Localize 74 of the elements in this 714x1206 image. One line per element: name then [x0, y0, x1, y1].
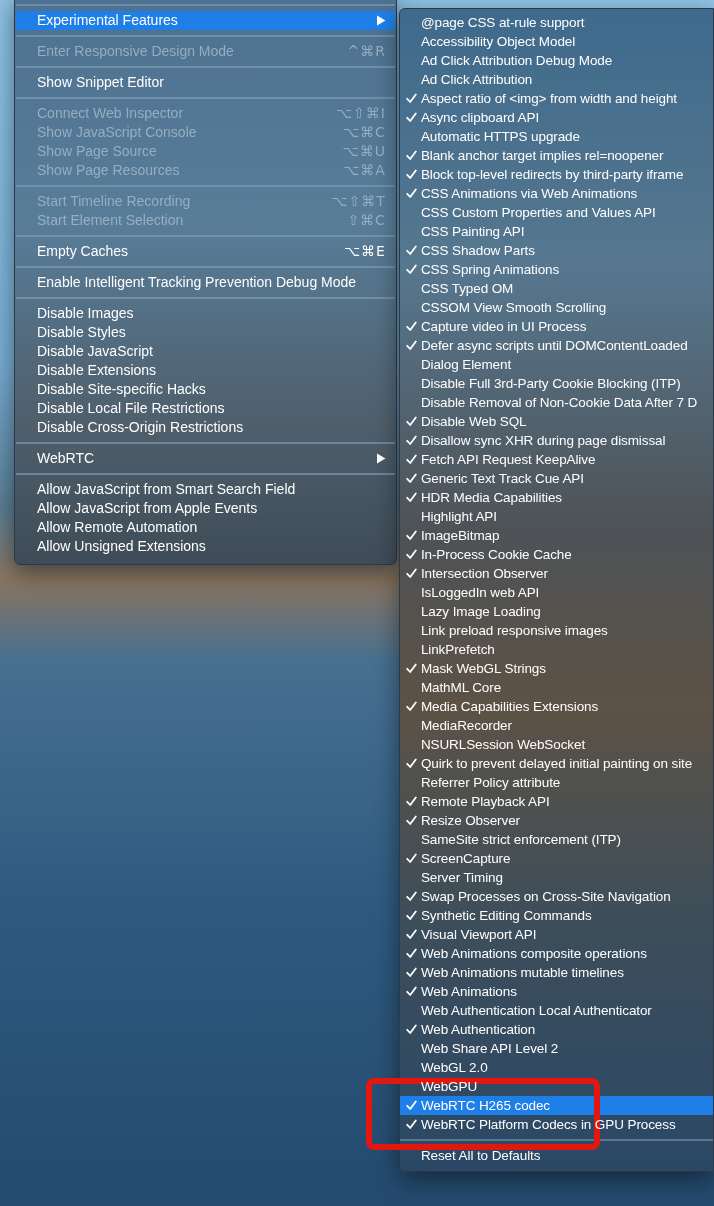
menu-item[interactable]: Disable Local File Restrictions — [16, 399, 395, 418]
menu-item[interactable]: Allow JavaScript from Apple Events — [16, 499, 395, 518]
feature-menu-item[interactable]: @page CSS at-rule support — [399, 13, 713, 32]
feature-menu-item[interactable]: Disable Full 3rd-Party Cookie Blocking (ITP) — [399, 374, 713, 393]
feature-menu-item[interactable]: Generic Text Track Cue API — [399, 469, 713, 488]
feature-menu-item[interactable]: Block top-level redirects by third-party iframe — [399, 165, 713, 184]
feature-menu-item[interactable]: Link preload responsive images — [399, 621, 713, 640]
feature-menu-item[interactable]: Disable Web SQL — [399, 412, 713, 431]
feature-menu-item[interactable]: Server Timing — [399, 868, 713, 887]
menu-item[interactable]: Disable Extensions — [16, 361, 395, 380]
feature-menu-item[interactable]: In-Process Cookie Cache — [399, 545, 713, 564]
feature-menu-item[interactable]: Async clipboard API — [399, 108, 713, 127]
feature-menu-item[interactable]: MathML Core — [399, 678, 713, 697]
feature-menu-item[interactable]: WebGL 2.0 — [399, 1058, 713, 1077]
feature-menu-item[interactable]: Lazy Image Loading — [399, 602, 713, 621]
feature-menu-item[interactable]: Blank anchor target implies rel=noopener — [399, 146, 713, 165]
feature-menu-item[interactable]: Disallow sync XHR during page dismissal — [399, 431, 713, 450]
menu-item[interactable]: Disable Site-specific Hacks — [16, 380, 395, 399]
menu-item[interactable]: Disable Cross-Origin Restrictions — [16, 418, 395, 437]
feature-menu-item[interactable]: Synthetic Editing Commands — [399, 906, 713, 925]
feature-menu-item[interactable]: CSS Painting API — [399, 222, 713, 241]
menu-item[interactable]: Disable JavaScript — [16, 342, 395, 361]
feature-menu-item[interactable]: Remote Playback API — [399, 792, 713, 811]
feature-menu-item[interactable]: CSS Spring Animations — [399, 260, 713, 279]
feature-menu-item[interactable]: Swap Processes on Cross-Site Navigation — [399, 887, 713, 906]
feature-menu-item[interactable]: Aspect ratio of <img> from width and height — [399, 89, 713, 108]
feature-menu-item[interactable]: LinkPrefetch — [399, 640, 713, 659]
feature-menu-item[interactable]: Reset All to Defaults — [399, 1146, 713, 1165]
menu-item[interactable]: Allow JavaScript from Smart Search Field — [16, 480, 395, 499]
feature-menu-item[interactable]: Web Authentication — [399, 1020, 713, 1039]
feature-menu-item[interactable]: ImageBitmap — [399, 526, 713, 545]
feature-menu-item[interactable]: Disable Removal of Non-Cookie Data After 7 D — [399, 393, 713, 412]
feature-menu-item[interactable]: Intersection Observer — [399, 564, 713, 583]
feature-menu-item[interactable]: Highlight API — [399, 507, 713, 526]
menu-item[interactable]: Show Snippet Editor — [16, 73, 395, 92]
feature-menu-item[interactable]: Web Share API Level 2 — [399, 1039, 713, 1058]
feature-menu-item[interactable]: CSSOM View Smooth Scrolling — [399, 298, 713, 317]
feature-menu-item[interactable]: Referrer Policy attribute — [399, 773, 713, 792]
feature-menu-item[interactable]: Web Animations — [399, 982, 713, 1001]
feature-menu-item[interactable]: Ad Click Attribution — [399, 70, 713, 89]
feature-menu-item[interactable]: Media Capabilities Extensions — [399, 697, 713, 716]
feature-menu-item[interactable]: Automatic HTTPS upgrade — [399, 127, 713, 146]
feature-menu-item[interactable]: Web Animations mutable timelines — [399, 963, 713, 982]
feature-menu-item[interactable]: CSS Typed OM — [399, 279, 713, 298]
feature-menu-item[interactable]: MediaRecorder — [399, 716, 713, 735]
feature-menu-item[interactable]: CSS Shadow Parts — [399, 241, 713, 260]
feature-menu-item[interactable]: Mask WebGL Strings — [399, 659, 713, 678]
feature-menu-item[interactable]: HDR Media Capabilities — [399, 488, 713, 507]
feature-menu-item[interactable]: SameSite strict enforcement (ITP) — [399, 830, 713, 849]
menu-item[interactable]: Disable Styles — [16, 323, 395, 342]
feature-menu-item[interactable]: Fetch API Request KeepAlive — [399, 450, 713, 469]
feature-menu-item[interactable]: WebRTC H265 codec — [399, 1096, 713, 1115]
feature-menu-item[interactable]: Web Authentication Local Authenticator — [399, 1001, 713, 1020]
menu-item[interactable]: Disable Images — [16, 304, 395, 323]
menu-item[interactable]: Allow Remote Automation — [16, 518, 395, 537]
feature-menu-item[interactable]: IsLoggedIn web API — [399, 583, 713, 602]
feature-menu-item[interactable]: ScreenCapture — [399, 849, 713, 868]
feature-menu-item[interactable]: Ad Click Attribution Debug Mode — [399, 51, 713, 70]
feature-menu-item[interactable]: Web Animations composite operations — [399, 944, 713, 963]
menu-item[interactable]: Enable Intelligent Tracking Prevention Debug Mode — [16, 273, 395, 292]
feature-menu-item[interactable]: Visual Viewport API — [399, 925, 713, 944]
feature-menu-item[interactable]: CSS Animations via Web Animations — [399, 184, 713, 203]
feature-menu-item[interactable]: NSURLSession WebSocket — [399, 735, 713, 754]
feature-menu-item[interactable]: Accessibility Object Model — [399, 32, 713, 51]
menu-item[interactable]: Experimental Features — [16, 11, 395, 30]
feature-menu-item[interactable]: CSS Custom Properties and Values API — [399, 203, 713, 222]
menu-item[interactable]: WebRTC — [16, 449, 395, 468]
feature-menu-item[interactable]: Resize Observer — [399, 811, 713, 830]
feature-menu-item[interactable]: Dialog Element — [399, 355, 713, 374]
menu-item[interactable]: Allow Unsigned Extensions — [16, 537, 395, 556]
menu-item[interactable]: Empty Caches ⌥⌘E — [16, 242, 395, 261]
feature-menu-item[interactable]: Defer async scripts until DOMContentLoaded — [399, 336, 713, 355]
feature-menu-item[interactable]: Capture video in UI Process — [399, 317, 713, 336]
feature-menu-item[interactable]: Quirk to prevent delayed initial painting on site — [399, 754, 713, 773]
